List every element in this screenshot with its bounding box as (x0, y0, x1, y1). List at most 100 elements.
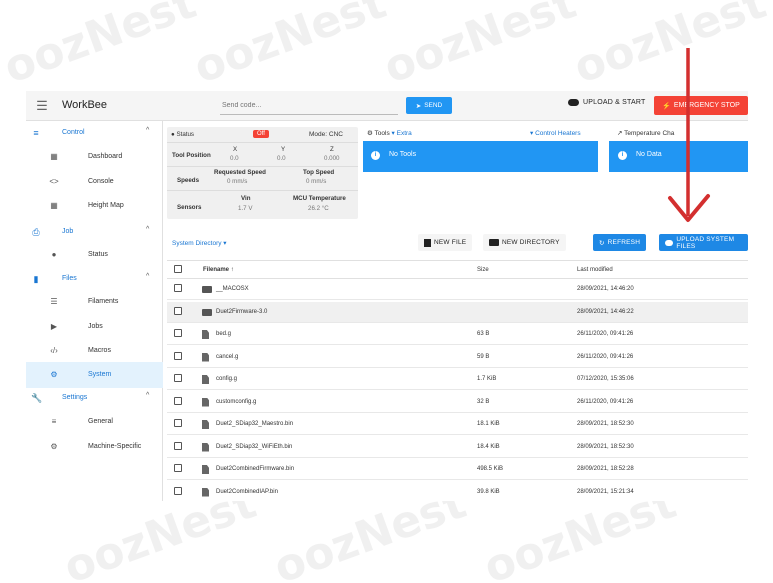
table-row[interactable]: cancel.g 59 B 26/11/2020, 09:41:26 (167, 347, 748, 368)
directory-select-value: System Directory (172, 240, 222, 247)
sidebar-item-label: Jobs (88, 323, 103, 330)
file-icon (202, 397, 209, 407)
status-title: ● Status (171, 131, 194, 138)
folder-icon (202, 308, 212, 316)
new-directory-label: NEW DIRECTORY (502, 239, 560, 246)
sidebar-item-label: General (88, 418, 113, 425)
sidebar-item-height-map[interactable]: ▦ Height Map (26, 193, 163, 219)
sidebar-item-machine-specific[interactable]: ⚙ Machine-Specific (26, 434, 163, 460)
row-checkbox[interactable] (174, 374, 182, 382)
table-header: Filename ↑ Size Last modified (167, 260, 748, 279)
chevron-up-icon: ^ (146, 392, 150, 399)
row-checkbox[interactable] (174, 396, 182, 405)
database-icon: ☰ (50, 297, 58, 306)
wrench-icon: 🔧 (31, 393, 43, 403)
cloud-upload-icon (568, 99, 579, 106)
file-size: 39.8 KiB (477, 488, 500, 495)
file-modified: 28/09/2021, 18:52:30 (577, 421, 634, 427)
table-row[interactable]: Duet2CombinedFirmware.bin 498.5 KiB 28/09/… (167, 459, 748, 480)
table-row[interactable]: Duet2_SDiap32_WiFiEth.bin 18.4 KiB 28/09/2… (167, 437, 748, 458)
row-checkbox[interactable] (174, 486, 182, 495)
sidebar: ≡ Control ^ ▦ Dashboard <> Console ▦ Hei… (26, 121, 163, 501)
new-file-button[interactable]: NEW FILE (418, 234, 473, 251)
sidebar-item-macros[interactable]: ‹/› Macros (26, 338, 163, 364)
cloud-upload-icon (665, 239, 674, 246)
sidebar-item-status[interactable]: ● Status (26, 242, 163, 268)
file-icon (202, 375, 209, 384)
table-row[interactable]: Duet2CombinedIAP.bin 39.8 KiB 28/09/2021, … (167, 482, 748, 502)
code-icon: <> (49, 177, 59, 186)
sidebar-group-files[interactable]: ▮ Files ^ (26, 269, 163, 289)
upload-system-files-button[interactable]: UPLOAD SYSTEM FILES (659, 234, 748, 251)
mcu-temperature-label: MCU Temperature (293, 195, 346, 202)
row-checkbox[interactable] (174, 306, 182, 315)
vin-value: 1.7 V (238, 205, 253, 212)
column-filename[interactable]: Filename ↑ (203, 267, 234, 273)
tune-icon: ≡ (51, 417, 57, 426)
sidebar-group-job[interactable]: ⎙ Job ^ (26, 222, 163, 242)
file-name: bed.g (216, 331, 232, 337)
new-directory-button[interactable]: NEW DIRECTORY (483, 234, 566, 251)
watermark-text: oozNest (187, 0, 393, 94)
sidebar-group-control[interactable]: ≡ Control ^ (26, 123, 163, 143)
file-size: 59 B (477, 353, 490, 360)
table-row[interactable]: customconfig.g 32 B 26/11/2020, 09:41:26 (167, 392, 748, 413)
select-all-checkbox[interactable] (174, 265, 182, 273)
file-icon (202, 420, 209, 429)
send-code-input[interactable] (220, 96, 398, 115)
chart-line-icon: ↗ (617, 130, 623, 137)
upload-start-label: UPLOAD & START (583, 99, 646, 106)
sidebar-item-dashboard[interactable]: ▦ Dashboard (26, 144, 163, 170)
sidebar-item-system[interactable]: ⚙ System (26, 362, 163, 388)
sidebar-item-label: Machine-Specific (88, 443, 142, 450)
column-filename-label: Filename (203, 267, 230, 273)
sidebar-group-settings[interactable]: 🔧 Settings ^ (26, 388, 163, 408)
watermark-text: oozNest (0, 0, 203, 94)
send-button[interactable]: ➤ SEND (406, 97, 452, 114)
sidebar-item-label: System (88, 371, 112, 378)
table-row[interactable]: config.g 1.7 KiB 07/12/2020, 15:35:06 (167, 369, 748, 390)
file-name: Duet2_SDiap32_WiFiEth.bin (216, 443, 293, 450)
control-heaters-link[interactable]: ▾ Control Heaters (530, 129, 581, 137)
table-row[interactable]: Duet2_SDiap32_Maestro.bin 18.1 KiB 28/09/2… (167, 414, 748, 435)
sidebar-item-console[interactable]: <> Console (26, 169, 163, 195)
send-label: SEND (424, 102, 443, 109)
table-row[interactable]: Duet2Firmware-3.0 28/09/2021, 14:46:22 (167, 301, 748, 323)
chevron-up-icon: ^ (146, 226, 150, 233)
grid-icon: ▦ (50, 201, 58, 210)
row-checkbox[interactable] (174, 329, 182, 337)
sidebar-item-filaments[interactable]: ☰ Filaments (26, 289, 163, 315)
no-tools-message: i No Tools (371, 151, 416, 160)
table-row[interactable]: bed.g 63 B 26/11/2020, 09:41:26 (167, 324, 748, 345)
info-icon: i (618, 151, 627, 160)
axis-y-label: Y (281, 146, 286, 153)
send-icon: ➤ (415, 102, 422, 110)
row-checkbox[interactable] (174, 419, 182, 427)
row-checkbox[interactable] (174, 464, 182, 472)
axis-z-value: 0.000 (324, 155, 340, 162)
row-checkbox[interactable] (174, 441, 182, 450)
upload-and-start-button[interactable]: UPLOAD & START (568, 99, 645, 106)
file-size: 32 B (477, 398, 490, 405)
axis-y-value: 0.0 (277, 155, 286, 162)
file-name: __MACOSX (216, 286, 249, 292)
refresh-button[interactable]: ↻ REFRESH (593, 234, 647, 251)
sidebar-item-jobs[interactable]: ▶ Jobs (26, 314, 163, 340)
watermark-text: oozNest (377, 0, 583, 94)
tune-icon: ≡ (33, 128, 39, 138)
row-checkbox[interactable] (174, 284, 182, 292)
directory-select[interactable]: System Directory ▾ (172, 239, 227, 247)
new-file-label: NEW FILE (434, 239, 467, 246)
tools-extra-label: Extra (396, 130, 412, 137)
hamburger-menu-icon[interactable]: ☰ (34, 98, 50, 114)
column-last-modified[interactable]: Last modified (577, 267, 613, 273)
file-modified: 28/09/2021, 18:52:30 (577, 443, 634, 450)
refresh-icon: ↻ (599, 239, 605, 247)
annotation-arrow-icon (668, 48, 710, 222)
column-size[interactable]: Size (477, 267, 489, 273)
tools-extra-link[interactable]: ▾ Extra (392, 130, 412, 137)
sidebar-item-general[interactable]: ≡ General (26, 409, 163, 435)
row-checkbox[interactable] (174, 351, 182, 360)
file-icon (202, 442, 209, 452)
table-row[interactable]: __MACOSX 28/09/2021, 14:46:20 (167, 279, 748, 300)
